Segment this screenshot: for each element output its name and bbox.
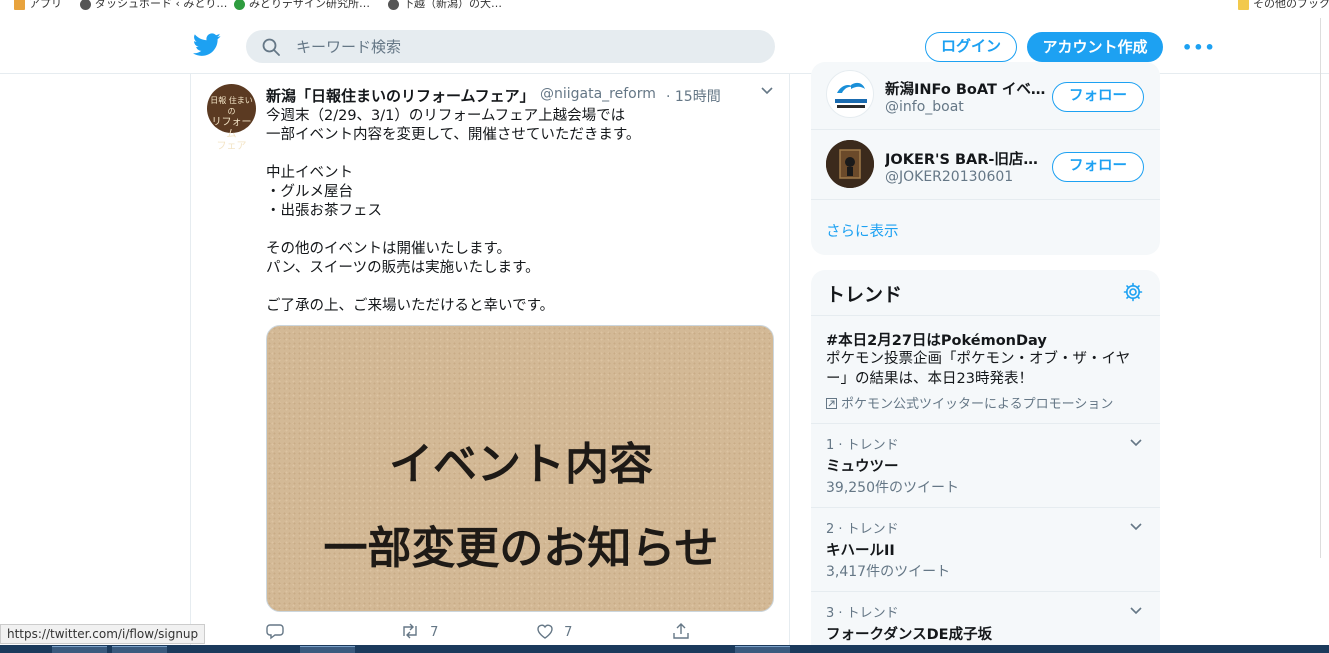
chevron-down-icon[interactable] [1129, 606, 1143, 616]
taskbar-item[interactable] [735, 646, 790, 653]
follow-name[interactable]: JOKER'S BAR-旧店… [885, 148, 1045, 169]
retweet-button[interactable]: 7 [400, 622, 438, 642]
share-button[interactable] [672, 622, 690, 642]
bookmark-label: アプリ [29, 0, 62, 10]
trend-count: 3,417件のツイート [826, 564, 951, 580]
search-icon [262, 38, 280, 56]
follow-handle[interactable]: @info_boat [885, 99, 964, 115]
bookmark-label: みどりデザイン研究所… [249, 0, 370, 10]
gear-icon[interactable] [1123, 282, 1143, 302]
login-button[interactable]: ログイン [925, 32, 1017, 62]
promoted-by-text: ポケモン公式ツイッターによるプロモーション [841, 397, 1114, 412]
avatar-text: フェア [216, 141, 247, 152]
follow-row[interactable]: JOKER'S BAR-旧店… @JOKER20130601 フォロー [811, 130, 1160, 200]
trend-name[interactable]: ミュウツー [826, 455, 899, 476]
promoted-icon [826, 398, 837, 409]
trend-rank: 3 · トレンド [826, 606, 899, 621]
trend-rank: 2 · トレンド [826, 522, 899, 537]
tweet-author-handle[interactable]: @niigata_reform [540, 86, 656, 102]
site-icon [234, 0, 245, 10]
follow-name[interactable]: 新潟INFo BoAT イベ… [885, 78, 1045, 99]
timeline-column: 日報 住まいの リフォーム フェア 新潟「日報住まいのリフォームフェア」 @ni… [190, 74, 790, 653]
chevron-down-icon[interactable] [1129, 522, 1143, 532]
search-box[interactable] [246, 30, 775, 63]
taskbar [0, 645, 1329, 653]
taskbar-item[interactable] [300, 646, 355, 653]
bookmark-label: その他のブックマ [1253, 0, 1329, 10]
folder-icon [1238, 0, 1249, 10]
follow-suggestions-panel: 新潟INFo BoAT イベ… @info_boat フォロー JOKER'S … [811, 62, 1160, 255]
tweet-timestamp[interactable]: · 15時間 [666, 86, 721, 106]
show-more-link[interactable]: さらに表示 [826, 220, 899, 241]
wordpress-icon [388, 0, 399, 10]
reply-icon [266, 624, 284, 640]
trend-item[interactable]: 2 · トレンド キハールII 3,417件のツイート [811, 508, 1160, 592]
avatar-text: 日報 住まいの [210, 96, 253, 116]
trend-count: 39,250件のツイート [826, 480, 959, 496]
image-caption-line2: 一部変更のお知らせ [323, 523, 719, 574]
more-menu-icon[interactable]: ••• [1182, 38, 1215, 57]
avatar[interactable] [826, 70, 874, 118]
bookmark-kaetsu[interactable]: 下越（新潟）の大… [388, 0, 502, 11]
trend-item[interactable]: 3 · トレンド フォークダンスDE成子坂 [811, 592, 1160, 653]
trend-name[interactable]: キハールII [826, 539, 895, 560]
follow-handle[interactable]: @JOKER20130601 [885, 169, 1013, 185]
promoted-by: ポケモン公式ツイッターによるプロモーション [826, 393, 1113, 412]
chevron-down-icon[interactable] [1129, 438, 1143, 448]
search-input[interactable] [296, 30, 756, 63]
divider [811, 315, 1160, 316]
heart-icon [537, 624, 553, 639]
avatar[interactable]: 日報 住まいの リフォーム フェア [207, 84, 256, 152]
trend-name[interactable]: フォークダンスDE成子坂 [826, 623, 992, 644]
tweet-author-name[interactable]: 新潟「日報住まいのリフォームフェア」 [266, 85, 535, 106]
scrollbar-track [1320, 18, 1321, 558]
retweet-icon [403, 623, 417, 639]
wordpress-icon [80, 0, 91, 10]
avatar-text: リフォーム [211, 117, 252, 140]
avatar[interactable] [826, 140, 874, 188]
bar-photo-icon [826, 140, 874, 188]
taskbar-item[interactable] [52, 646, 107, 653]
share-icon [673, 623, 689, 639]
bookmark-label: 下越（新潟）の大… [403, 0, 502, 10]
trend-rank: 1 · トレンド [826, 438, 899, 453]
signup-button[interactable]: アカウント作成 [1027, 32, 1163, 62]
reply-button[interactable] [266, 622, 284, 642]
trend-item[interactable]: 1 · トレンド ミュウツー 39,250件のツイート [811, 424, 1160, 508]
chevron-down-icon[interactable] [760, 86, 774, 96]
tweet-text: 今週末（2/29、3/1）のリフォームフェア上越会場では 一部イベント内容を変更… [266, 108, 641, 314]
info-boat-logo-icon [835, 82, 867, 108]
bookmark-dashboard[interactable]: ダッシュボード ‹ みとり… [80, 0, 227, 11]
trends-panel: トレンド #本日2月27日はPokémonDay ポケモン投票企画「ポケモン・オ… [811, 270, 1160, 653]
trends-title: トレンド [826, 284, 903, 306]
bookmarks-bar: アプリ ダッシュボード ‹ みとり… みどりデザイン研究所… 下越（新潟）の大…… [0, 0, 1329, 12]
twitter-bird-icon[interactable] [193, 33, 221, 57]
taskbar-item[interactable] [112, 646, 167, 653]
follow-button[interactable]: フォロー [1052, 82, 1144, 112]
tweet-image[interactable]: イベント内容 一部変更のお知らせ [266, 325, 774, 612]
bookmark-other[interactable]: その他のブックマ [1238, 0, 1329, 11]
image-caption-line1: イベント内容 [389, 439, 653, 490]
follow-row[interactable]: 新潟INFo BoAT イベ… @info_boat フォロー [811, 62, 1160, 130]
like-count: 7 [564, 625, 573, 640]
apps-grid-icon [14, 0, 25, 10]
bookmark-midori[interactable]: みどりデザイン研究所… [234, 0, 370, 11]
status-url-bar: https://twitter.com/i/flow/signup [0, 624, 206, 644]
bookmark-apps[interactable]: アプリ [14, 0, 62, 11]
follow-button[interactable]: フォロー [1052, 152, 1144, 182]
retweet-count: 7 [430, 625, 439, 640]
bookmark-label: ダッシュボード ‹ みとり… [95, 0, 228, 10]
promoted-trend-title[interactable]: #本日2月27日はPokémonDay [826, 329, 1047, 350]
promoted-trend-description: ポケモン投票企画「ポケモン・オブ・ザ・イヤー」の結果は、本日23時発表！ [826, 351, 1131, 387]
like-button[interactable]: 7 [536, 622, 572, 642]
